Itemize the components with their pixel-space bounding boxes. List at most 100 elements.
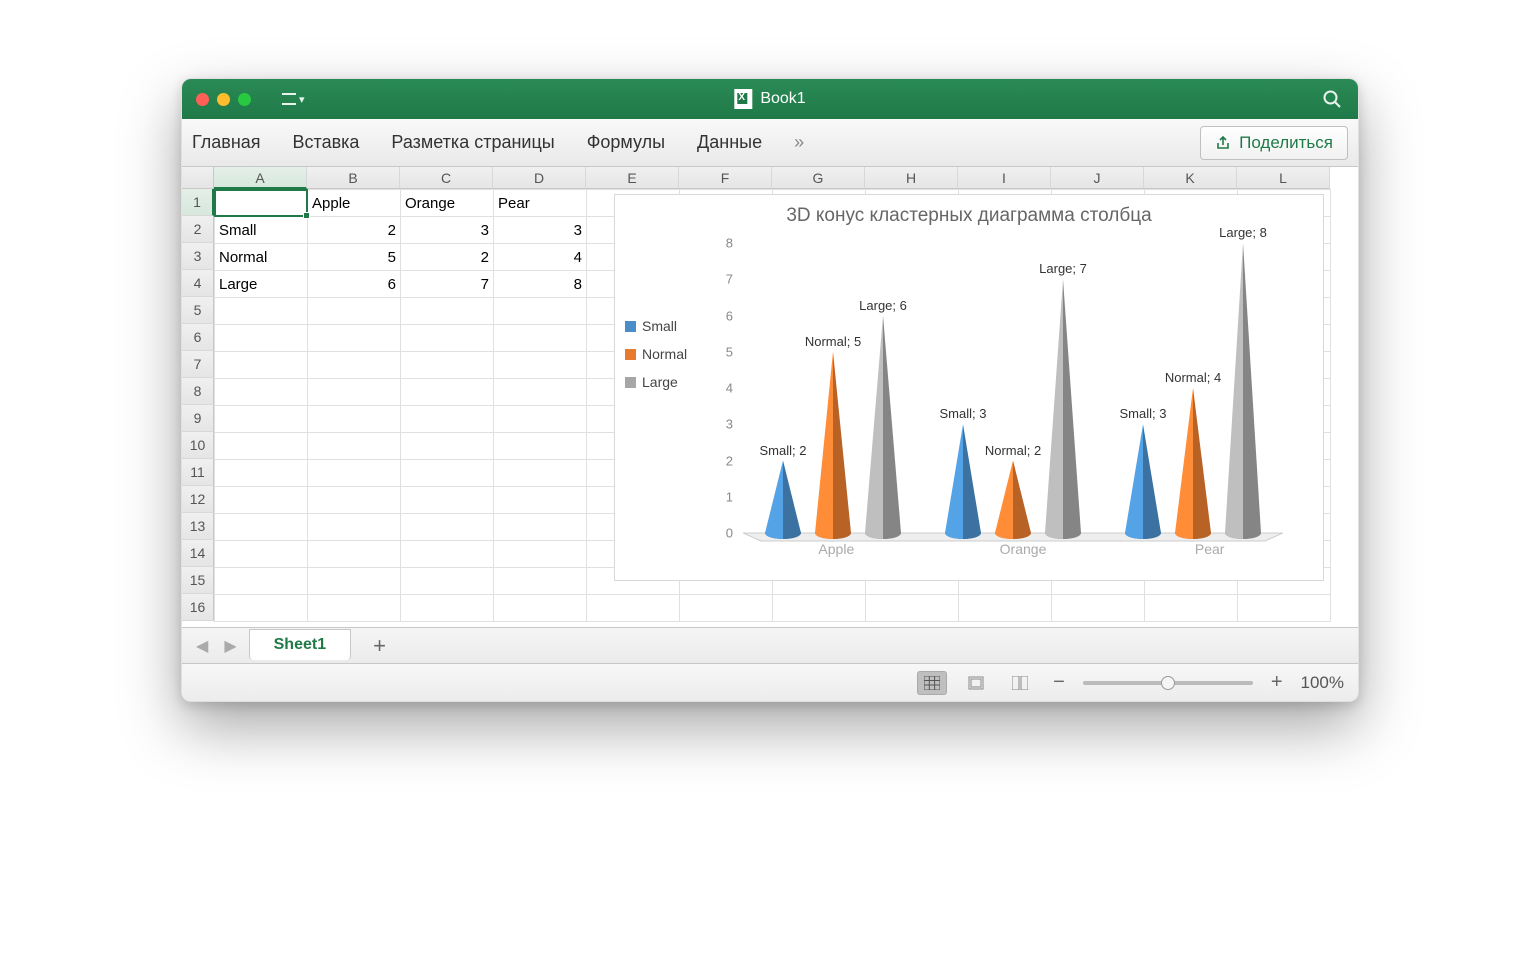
- cell-G16[interactable]: [773, 595, 866, 622]
- cell-A13[interactable]: [215, 514, 308, 541]
- tab-data[interactable]: Данные: [697, 132, 762, 153]
- cell-C16[interactable]: [401, 595, 494, 622]
- cell-B5[interactable]: [308, 298, 401, 325]
- cell-D16[interactable]: [494, 595, 587, 622]
- column-header-D[interactable]: D: [493, 167, 586, 189]
- cell-H16[interactable]: [866, 595, 959, 622]
- cell-B3[interactable]: 5: [308, 244, 401, 271]
- cell-I16[interactable]: [959, 595, 1052, 622]
- cell-A11[interactable]: [215, 460, 308, 487]
- cell-A15[interactable]: [215, 568, 308, 595]
- cell-B15[interactable]: [308, 568, 401, 595]
- row-header-6[interactable]: 6: [182, 324, 214, 351]
- column-header-E[interactable]: E: [586, 167, 679, 189]
- zoom-out-button[interactable]: −: [1049, 671, 1069, 694]
- spreadsheet-grid[interactable]: ABCDEFGHIJKL 12345678910111213141516 App…: [182, 167, 1358, 627]
- cell-C9[interactable]: [401, 406, 494, 433]
- row-header-12[interactable]: 12: [182, 486, 214, 513]
- cell-C5[interactable]: [401, 298, 494, 325]
- cell-C7[interactable]: [401, 352, 494, 379]
- cell-D12[interactable]: [494, 487, 587, 514]
- cell-D10[interactable]: [494, 433, 587, 460]
- cell-D2[interactable]: 3: [494, 217, 587, 244]
- cell-A8[interactable]: [215, 379, 308, 406]
- column-header-H[interactable]: H: [865, 167, 958, 189]
- cell-C6[interactable]: [401, 325, 494, 352]
- cell-B16[interactable]: [308, 595, 401, 622]
- sheet-nav-prev[interactable]: ◀: [192, 636, 212, 656]
- cell-B12[interactable]: [308, 487, 401, 514]
- column-headers[interactable]: ABCDEFGHIJKL: [214, 167, 1330, 189]
- share-button[interactable]: Поделиться: [1200, 126, 1348, 160]
- cell-B11[interactable]: [308, 460, 401, 487]
- cell-C12[interactable]: [401, 487, 494, 514]
- row-header-14[interactable]: 14: [182, 540, 214, 567]
- column-header-F[interactable]: F: [679, 167, 772, 189]
- tab-formulas[interactable]: Формулы: [587, 132, 665, 153]
- cell-C2[interactable]: 3: [401, 217, 494, 244]
- row-header-13[interactable]: 13: [182, 513, 214, 540]
- cell-B13[interactable]: [308, 514, 401, 541]
- cell-A14[interactable]: [215, 541, 308, 568]
- cell-A16[interactable]: [215, 595, 308, 622]
- cell-D5[interactable]: [494, 298, 587, 325]
- column-header-J[interactable]: J: [1051, 167, 1144, 189]
- cell-D11[interactable]: [494, 460, 587, 487]
- zoom-slider-thumb[interactable]: [1161, 676, 1175, 690]
- row-header-16[interactable]: 16: [182, 594, 214, 621]
- embedded-chart[interactable]: 3D конус кластерных диаграмма столбца Sm…: [614, 194, 1324, 581]
- view-page-break-button[interactable]: [1005, 671, 1035, 695]
- cell-A6[interactable]: [215, 325, 308, 352]
- cell-A10[interactable]: [215, 433, 308, 460]
- tab-insert[interactable]: Вставка: [293, 132, 360, 153]
- row-header-2[interactable]: 2: [182, 216, 214, 243]
- column-header-B[interactable]: B: [307, 167, 400, 189]
- view-page-layout-button[interactable]: [961, 671, 991, 695]
- column-header-C[interactable]: C: [400, 167, 493, 189]
- cell-A1[interactable]: [215, 190, 308, 217]
- cell-B4[interactable]: 6: [308, 271, 401, 298]
- cell-D6[interactable]: [494, 325, 587, 352]
- cell-D7[interactable]: [494, 352, 587, 379]
- row-header-11[interactable]: 11: [182, 459, 214, 486]
- add-sheet-button[interactable]: +: [359, 633, 400, 659]
- cell-D14[interactable]: [494, 541, 587, 568]
- cell-C13[interactable]: [401, 514, 494, 541]
- cell-D15[interactable]: [494, 568, 587, 595]
- sheet-tab-active[interactable]: Sheet1: [249, 629, 351, 660]
- cell-A12[interactable]: [215, 487, 308, 514]
- cell-A2[interactable]: Small: [215, 217, 308, 244]
- tab-home[interactable]: Главная: [192, 132, 261, 153]
- cell-K16[interactable]: [1145, 595, 1238, 622]
- fill-handle[interactable]: [303, 212, 310, 219]
- cell-B14[interactable]: [308, 541, 401, 568]
- cell-C1[interactable]: Orange: [401, 190, 494, 217]
- row-header-7[interactable]: 7: [182, 351, 214, 378]
- column-header-K[interactable]: K: [1144, 167, 1237, 189]
- cell-B1[interactable]: Apple: [308, 190, 401, 217]
- cell-A4[interactable]: Large: [215, 271, 308, 298]
- row-headers[interactable]: 12345678910111213141516: [182, 189, 214, 622]
- cell-L16[interactable]: [1238, 595, 1331, 622]
- cell-C14[interactable]: [401, 541, 494, 568]
- cell-A5[interactable]: [215, 298, 308, 325]
- cell-D8[interactable]: [494, 379, 587, 406]
- row-header-4[interactable]: 4: [182, 270, 214, 297]
- ribbon-overflow-icon[interactable]: »: [794, 132, 804, 153]
- zoom-window-button[interactable]: [238, 93, 251, 106]
- column-header-G[interactable]: G: [772, 167, 865, 189]
- zoom-slider[interactable]: [1083, 681, 1253, 685]
- cell-B8[interactable]: [308, 379, 401, 406]
- cell-A3[interactable]: Normal: [215, 244, 308, 271]
- column-header-L[interactable]: L: [1237, 167, 1330, 189]
- cell-D3[interactable]: 4: [494, 244, 587, 271]
- cell-D13[interactable]: [494, 514, 587, 541]
- zoom-in-button[interactable]: +: [1267, 671, 1287, 694]
- tab-page-layout[interactable]: Разметка страницы: [391, 132, 554, 153]
- cell-J16[interactable]: [1052, 595, 1145, 622]
- row-header-15[interactable]: 15: [182, 567, 214, 594]
- column-header-I[interactable]: I: [958, 167, 1051, 189]
- cell-B9[interactable]: [308, 406, 401, 433]
- cell-D4[interactable]: 8: [494, 271, 587, 298]
- search-icon[interactable]: [1322, 89, 1342, 109]
